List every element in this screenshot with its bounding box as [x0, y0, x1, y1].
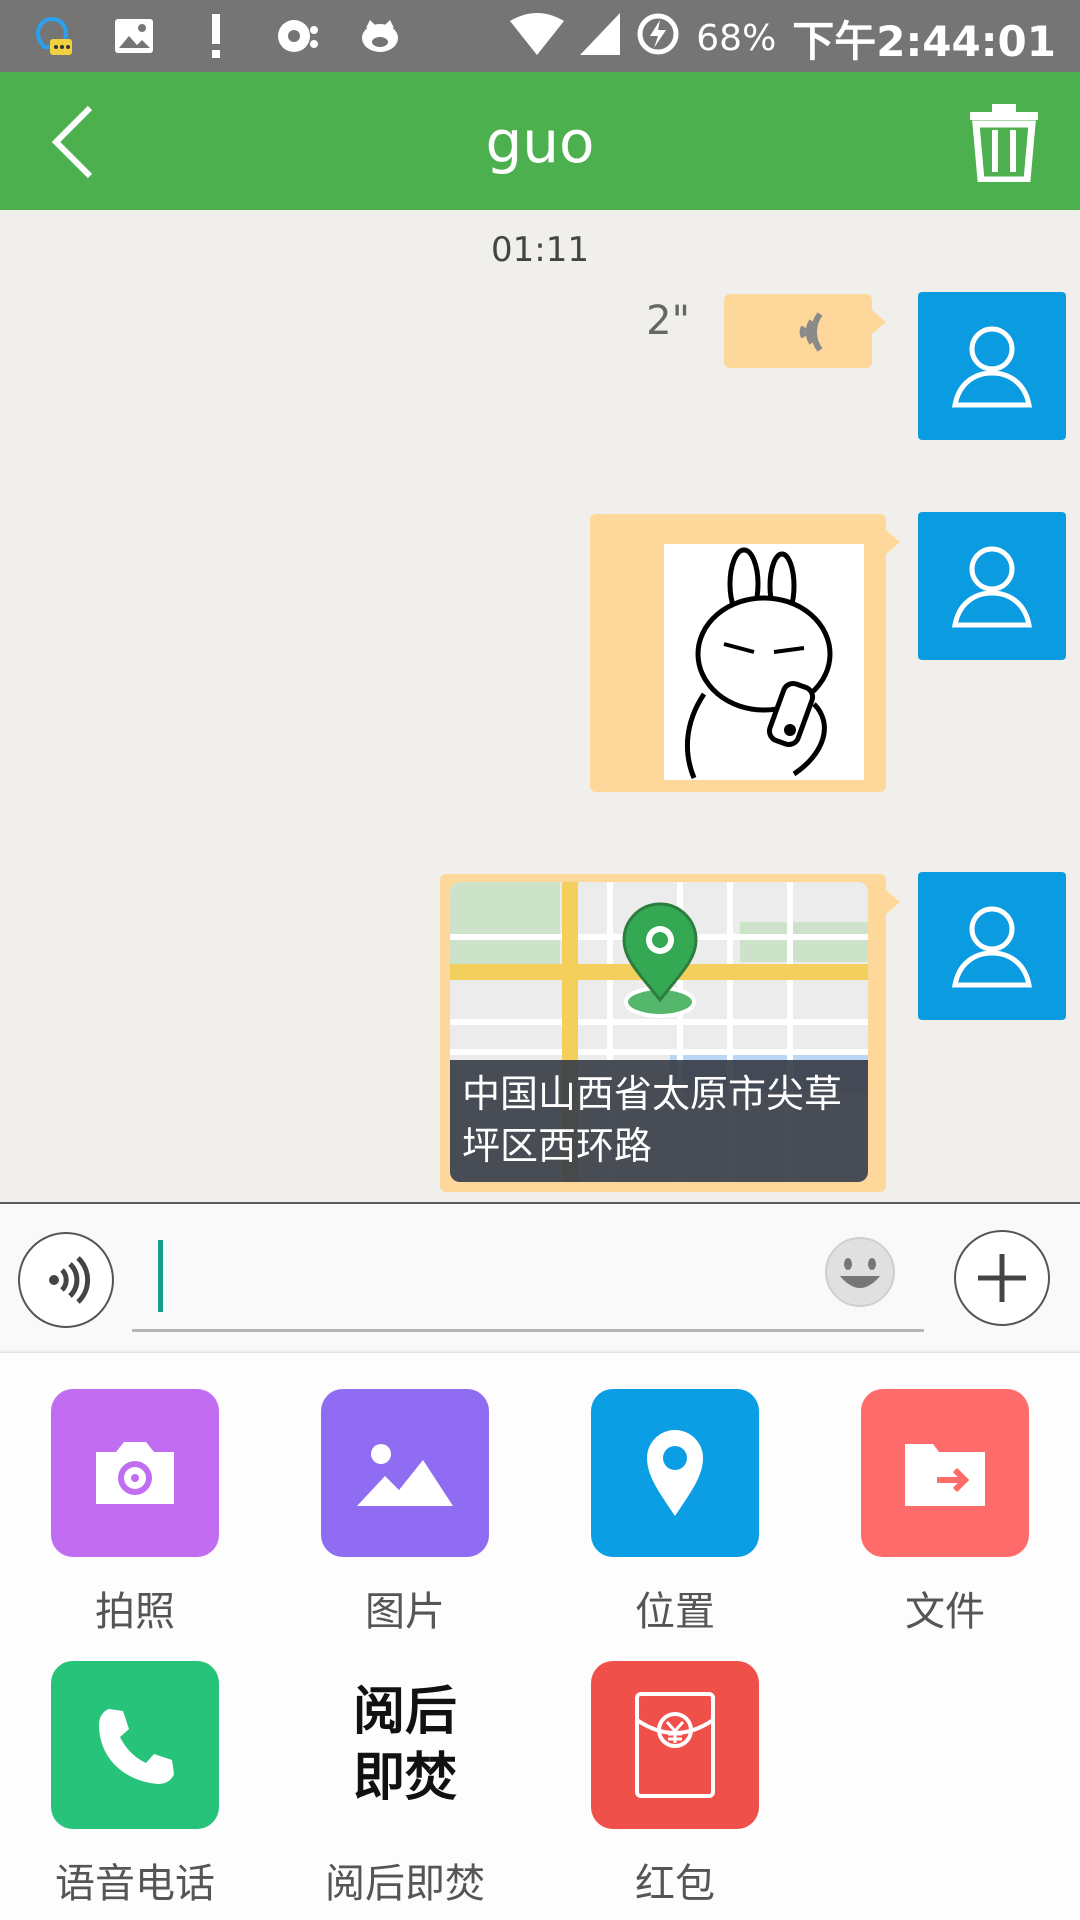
location-address: 中国山西省太原市尖草坪区西环路	[450, 1060, 868, 1182]
burn-text-line-1: 阅后	[352, 1681, 457, 1742]
tile-label: 阅后即焚	[325, 1861, 485, 1907]
alert-icon	[192, 10, 240, 62]
message-timestamp: 01:11	[491, 230, 589, 270]
user-icon	[952, 326, 1032, 408]
user-icon	[952, 546, 1032, 628]
tile-picture[interactable]: 图片	[320, 1389, 490, 1637]
avatar[interactable]	[918, 872, 1066, 1020]
battery-charging-icon	[636, 12, 680, 66]
burn-after-reading-icon: 阅后 即焚	[321, 1661, 489, 1829]
avatar[interactable]	[918, 292, 1066, 440]
headset-icon	[274, 10, 322, 62]
map-preview[interactable]: 中国山西省太原市尖草坪区西环路	[450, 882, 868, 1182]
phone-icon	[51, 1661, 219, 1829]
location-message-bubble[interactable]: 中国山西省太原市尖草坪区西环路	[440, 874, 900, 1192]
tile-label: 图片	[365, 1589, 445, 1635]
user-icon	[952, 906, 1032, 988]
status-left-icons	[28, 10, 404, 62]
burn-text-line-2: 即焚	[352, 1747, 457, 1808]
smiley-icon	[825, 1237, 895, 1307]
status-right: 68% 下午2:44:01	[510, 8, 1056, 69]
chat-area: 01:11 2" 中国山西省太原市尖草坪区西环路	[0, 210, 1080, 1202]
avatar[interactable]	[918, 512, 1066, 660]
tile-label: 红包	[635, 1861, 715, 1907]
wifi-icon	[510, 12, 565, 65]
location-pin-icon	[591, 1389, 759, 1557]
trash-icon	[970, 104, 1038, 184]
tile-red-packet[interactable]: 红包	[590, 1661, 760, 1909]
picture-icon	[321, 1389, 489, 1557]
tile-location[interactable]: 位置	[590, 1389, 760, 1637]
voice-message-bubble[interactable]	[724, 294, 886, 368]
tile-burn-after-reading[interactable]: 阅后 即焚 阅后即焚	[320, 1661, 490, 1909]
rabbit-sticker-icon	[664, 544, 864, 780]
tile-voice-call[interactable]: 语音电话	[50, 1661, 220, 1909]
delete-button[interactable]	[966, 102, 1042, 184]
input-bar	[0, 1202, 1080, 1350]
emoji-button[interactable]	[824, 1236, 896, 1308]
voice-duration: 2"	[646, 298, 690, 344]
tile-file[interactable]: 文件	[860, 1389, 1030, 1637]
status-time: 下午2:44:01	[792, 17, 1056, 66]
tile-label: 拍照	[95, 1589, 175, 1635]
tile-camera[interactable]: 拍照	[50, 1389, 220, 1637]
notification-icon	[28, 10, 76, 62]
status-bar: 68% 下午2:44:01	[0, 0, 1080, 72]
function-panel: 拍照 图片 位置 文件 语音电话 阅后 即焚 阅后即焚 红包	[0, 1352, 1080, 1920]
more-button[interactable]	[954, 1230, 1050, 1326]
plus-icon	[978, 1254, 1026, 1302]
chat-title: guo	[485, 108, 595, 176]
red-packet-icon	[591, 1661, 759, 1829]
tile-label: 位置	[635, 1589, 715, 1635]
message-input[interactable]	[132, 1226, 924, 1332]
battery-percent: 68%	[696, 18, 777, 59]
voice-toggle-button[interactable]	[18, 1232, 114, 1328]
image-icon	[110, 10, 158, 62]
voice-toggle-icon	[49, 1256, 91, 1304]
voice-playing-icon	[799, 312, 823, 352]
pig-icon	[356, 10, 404, 62]
tile-label: 文件	[905, 1589, 985, 1635]
signal-icon	[580, 12, 621, 65]
tile-label: 语音电话	[55, 1861, 215, 1907]
folder-icon	[861, 1389, 1029, 1557]
camera-icon	[51, 1389, 219, 1557]
sticker-message-bubble[interactable]	[590, 514, 900, 792]
app-bar: guo	[0, 72, 1080, 210]
